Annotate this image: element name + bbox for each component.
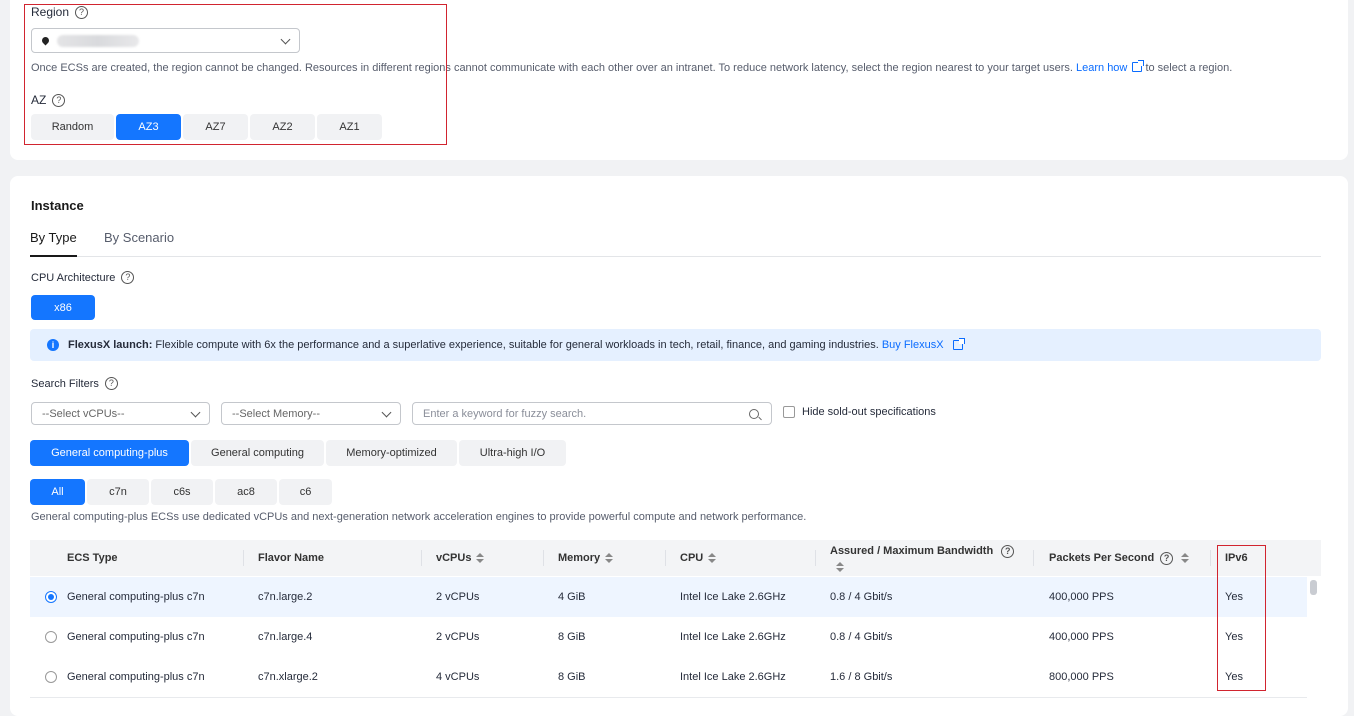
col-divider bbox=[815, 550, 816, 566]
sort-icon[interactable] bbox=[708, 553, 717, 563]
tab-by-type[interactable]: By Type bbox=[30, 230, 77, 257]
info-icon: i bbox=[47, 339, 59, 351]
chevron-down-icon bbox=[190, 407, 201, 417]
cell-memory: 4 GiB bbox=[558, 591, 586, 603]
col-vcpus[interactable]: vCPUs bbox=[436, 540, 485, 576]
hide-sold-out-checkbox[interactable]: Hide sold-out specifications bbox=[783, 406, 936, 418]
table-header: ECS Type Flavor Name vCPUs Memory CPU As… bbox=[30, 540, 1321, 576]
col-flavor-name: Flavor Name bbox=[258, 552, 325, 564]
learn-how-link[interactable]: Learn how bbox=[1076, 62, 1127, 74]
keyword-search-input[interactable]: Enter a keyword for fuzzy search. bbox=[412, 402, 772, 425]
sort-icon[interactable] bbox=[836, 561, 844, 572]
cell-memory: 8 GiB bbox=[558, 631, 586, 643]
highlight-box-region bbox=[24, 4, 447, 145]
family-all[interactable]: All bbox=[30, 479, 85, 505]
external-link-icon bbox=[952, 338, 965, 350]
cell-cpu: Intel Ice Lake 2.6GHz bbox=[680, 631, 786, 643]
cell-flavor: c7n.large.2 bbox=[258, 591, 313, 603]
help-icon[interactable]: ? bbox=[1001, 544, 1015, 558]
help-icon[interactable]: ? bbox=[121, 271, 135, 284]
cell-ecs-type: General computing-plus c7n bbox=[67, 631, 205, 643]
cpu-arch-x86-button[interactable]: x86 bbox=[31, 295, 95, 320]
cell-vcpus: 4 vCPUs bbox=[436, 671, 480, 683]
cell-pps: 400,000 PPS bbox=[1049, 631, 1114, 643]
category-ultra-high-io[interactable]: Ultra-high I/O bbox=[459, 440, 566, 466]
category-options: General computing-plus General computing… bbox=[30, 440, 566, 466]
search-filters-label: Search Filters ? bbox=[31, 377, 118, 390]
cell-memory: 8 GiB bbox=[558, 671, 586, 683]
vcpu-select[interactable]: --Select vCPUs-- bbox=[31, 402, 210, 425]
family-description: General computing-plus ECSs use dedicate… bbox=[31, 511, 807, 523]
cell-flavor: c7n.large.4 bbox=[258, 631, 313, 643]
help-icon[interactable]: ? bbox=[104, 377, 118, 390]
family-options: All c7n c6s ac8 c6 bbox=[30, 479, 332, 505]
category-memory-optimized[interactable]: Memory-optimized bbox=[326, 440, 457, 466]
tab-bar: By Type By Scenario bbox=[30, 230, 1321, 257]
col-divider bbox=[543, 550, 544, 566]
col-cpu[interactable]: CPU bbox=[680, 540, 717, 576]
help-icon[interactable]: ? bbox=[1160, 551, 1174, 565]
cell-pps: 400,000 PPS bbox=[1049, 591, 1114, 603]
col-divider bbox=[1033, 550, 1034, 566]
col-memory[interactable]: Memory bbox=[558, 540, 614, 576]
external-link-icon bbox=[1132, 60, 1145, 72]
col-pps[interactable]: Packets Per Second? bbox=[1049, 540, 1190, 576]
col-ecs-type: ECS Type bbox=[67, 552, 118, 564]
cell-ecs-type: General computing-plus c7n bbox=[67, 591, 205, 603]
table-scrollbar-thumb[interactable] bbox=[1310, 580, 1317, 595]
cell-vcpus: 2 vCPUs bbox=[436, 631, 480, 643]
sort-icon[interactable] bbox=[476, 553, 485, 563]
tab-by-scenario[interactable]: By Scenario bbox=[104, 230, 174, 245]
row-radio[interactable] bbox=[45, 671, 57, 683]
chevron-down-icon bbox=[381, 407, 392, 417]
col-divider bbox=[665, 550, 666, 566]
sort-icon[interactable] bbox=[1181, 553, 1190, 563]
highlight-box-ipv6 bbox=[1217, 545, 1266, 691]
buy-flexusx-link[interactable]: Buy FlexusX bbox=[882, 339, 944, 351]
flexusx-banner: i FlexusX launch: Flexible compute with … bbox=[30, 329, 1321, 361]
col-bandwidth[interactable]: Assured / Maximum Bandwidth? bbox=[830, 540, 1015, 576]
row-radio[interactable] bbox=[45, 591, 57, 603]
sort-icon[interactable] bbox=[605, 553, 614, 563]
cell-ecs-type: General computing-plus c7n bbox=[67, 671, 205, 683]
category-general-computing-plus[interactable]: General computing-plus bbox=[30, 440, 189, 466]
checkbox-box[interactable] bbox=[783, 406, 795, 418]
search-icon bbox=[749, 408, 762, 421]
table-row[interactable]: General computing-plus c7n c7n.large.2 2… bbox=[30, 577, 1307, 618]
cell-bandwidth: 0.8 / 4 Gbit/s bbox=[830, 631, 893, 643]
family-c6[interactable]: c6 bbox=[279, 479, 332, 505]
cpu-arch-label: CPU Architecture ? bbox=[31, 271, 135, 284]
family-ac8[interactable]: ac8 bbox=[215, 479, 277, 505]
cell-bandwidth: 1.6 / 8 Gbit/s bbox=[830, 671, 893, 683]
col-divider bbox=[1210, 550, 1211, 566]
table-row[interactable]: General computing-plus c7n c7n.xlarge.2 … bbox=[30, 657, 1307, 698]
family-c6s[interactable]: c6s bbox=[151, 479, 213, 505]
row-radio[interactable] bbox=[45, 631, 57, 643]
col-divider bbox=[243, 550, 244, 566]
table-row[interactable]: General computing-plus c7n c7n.large.4 2… bbox=[30, 617, 1307, 658]
family-c7n[interactable]: c7n bbox=[87, 479, 149, 505]
cell-cpu: Intel Ice Lake 2.6GHz bbox=[680, 671, 786, 683]
cell-flavor: c7n.xlarge.2 bbox=[258, 671, 318, 683]
cell-cpu: Intel Ice Lake 2.6GHz bbox=[680, 591, 786, 603]
category-general-computing[interactable]: General computing bbox=[191, 440, 324, 466]
cell-pps: 800,000 PPS bbox=[1049, 671, 1114, 683]
instance-title: Instance bbox=[31, 198, 84, 213]
cell-vcpus: 2 vCPUs bbox=[436, 591, 480, 603]
col-divider bbox=[421, 550, 422, 566]
memory-select[interactable]: --Select Memory-- bbox=[221, 402, 401, 425]
cell-bandwidth: 0.8 / 4 Gbit/s bbox=[830, 591, 893, 603]
